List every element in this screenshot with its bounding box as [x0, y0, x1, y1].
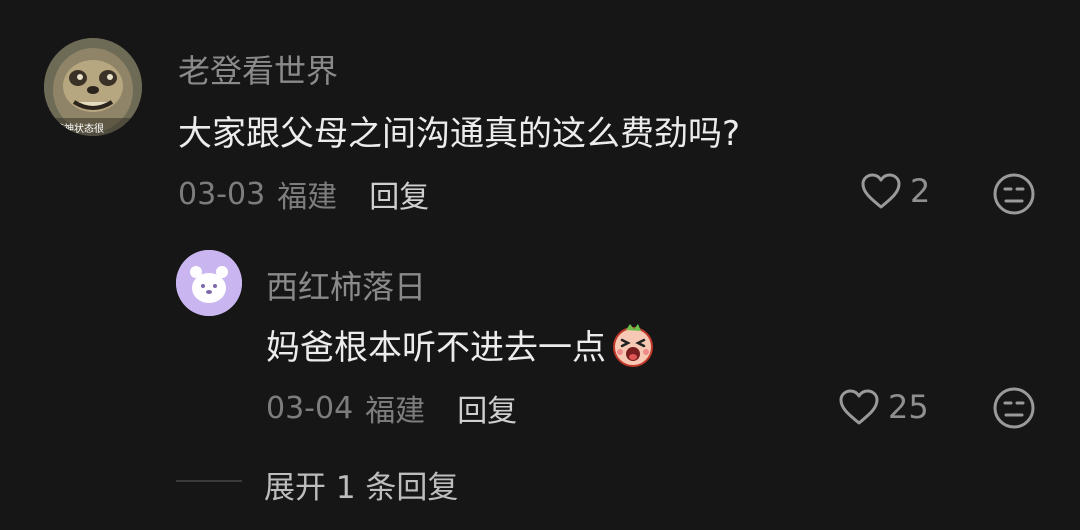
- reply-item: 西红柿落日 妈爸根本听不进去一点 03-04 福建 回复 25: [0, 240, 1080, 440]
- reply-meta: 03-04 福建 回复: [266, 386, 517, 430]
- comment-text[interactable]: 大家跟父母之间沟通真的这么费劲吗?: [178, 106, 740, 155]
- reply-date: 03-04: [266, 390, 354, 426]
- avatar[interactable]: 精神状态很: [44, 38, 142, 136]
- expand-divider: [176, 480, 242, 482]
- reply-username[interactable]: 西红柿落日: [266, 262, 426, 308]
- heart-outline-icon: [839, 389, 879, 425]
- avatar[interactable]: [176, 250, 242, 316]
- comment-meta: 03-03 福建 回复: [178, 172, 429, 216]
- like-count: 25: [888, 388, 929, 426]
- dislike-button[interactable]: [992, 172, 1036, 220]
- neutral-face-icon: [993, 173, 1035, 215]
- comment-date: 03-03: [178, 176, 266, 212]
- dislike-button[interactable]: [992, 386, 1036, 434]
- reply-button[interactable]: 回复: [369, 172, 429, 216]
- like-count: 2: [910, 172, 931, 210]
- bear-avatar-image: [176, 250, 242, 316]
- screaming-face-emoji: [610, 323, 656, 376]
- reply-text-body: 妈爸根本听不进去一点: [266, 328, 606, 368]
- heart-outline-icon: [861, 173, 901, 209]
- expand-replies-button[interactable]: 展开 1 条回复: [264, 462, 458, 507]
- like-button[interactable]: 2: [860, 172, 930, 210]
- comment-location: 福建: [277, 180, 338, 215]
- reply-text[interactable]: 妈爸根本听不进去一点: [266, 320, 656, 376]
- reply-button[interactable]: 回复: [457, 386, 517, 430]
- reply-location: 福建: [365, 394, 426, 429]
- neutral-face-icon: [993, 387, 1035, 429]
- comment-username[interactable]: 老登看世界: [178, 46, 338, 92]
- comment-item: 精神状态很 老登看世界 大家跟父母之间沟通真的这么费劲吗? 03-03 福建 回…: [0, 0, 1080, 230]
- like-button[interactable]: 25: [838, 388, 929, 426]
- avatar-caption: 精神状态很: [54, 124, 104, 135]
